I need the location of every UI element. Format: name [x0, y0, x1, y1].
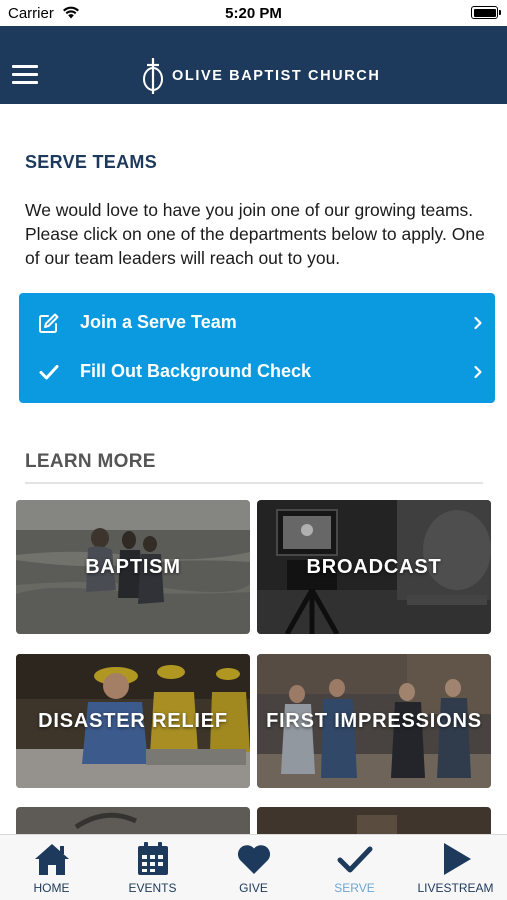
tab-events-label: EVENTS	[128, 881, 177, 895]
edit-icon	[39, 313, 59, 333]
main-content[interactable]: SERVE TEAMS We would love to have you jo…	[0, 104, 507, 834]
background-check-button[interactable]: Fill Out Background Check	[19, 348, 495, 396]
chevron-right-icon	[474, 365, 482, 379]
serve-teams-title: SERVE TEAMS	[25, 152, 157, 172]
first-impressions-label: FIRST IMPRESSIONS	[266, 709, 482, 732]
broadcast-tile[interactable]: BROADCAST	[257, 500, 491, 634]
hamburger-menu-icon[interactable]	[12, 65, 39, 87]
cross-logo-icon	[143, 58, 163, 94]
background-check-label: Fill Out Background Check	[80, 361, 312, 381]
tab-livestream-label: LIVESTREAM	[417, 881, 494, 895]
heart-icon	[237, 845, 270, 874]
broadcast-label: BROADCAST	[306, 555, 442, 578]
calendar-icon	[137, 842, 168, 875]
learn-more-title: LEARN MORE	[25, 451, 156, 472]
tab-home-label: HOME	[33, 881, 70, 895]
nav-bar: OLIVE BAPTIST CHURCH	[0, 26, 507, 104]
ministry-photo	[16, 807, 250, 834]
status-bar: Carrier 5:20 PM	[0, 0, 507, 26]
check-icon	[337, 846, 372, 873]
church-brand[interactable]: OLIVE BAPTIST CHURCH	[140, 56, 380, 96]
tab-serve[interactable]: SERVE	[304, 835, 405, 900]
ministry-photo	[257, 807, 491, 834]
divider	[25, 482, 483, 484]
serve-teams-description: We would love to have you join one of ou…	[25, 200, 485, 268]
baptism-label: BAPTISM	[85, 555, 181, 578]
tab-home[interactable]: HOME	[1, 835, 102, 900]
first-impressions-tile[interactable]: FIRST IMPRESSIONS	[257, 654, 491, 788]
church-name: OLIVE BAPTIST CHURCH	[172, 68, 381, 84]
chevron-right-icon	[474, 316, 482, 330]
join-serve-team-label: Join a Serve Team	[80, 312, 237, 332]
tab-give[interactable]: GIVE	[203, 835, 304, 900]
ministry-tile[interactable]	[16, 807, 250, 834]
home-icon	[34, 844, 69, 875]
play-icon	[443, 843, 471, 875]
disaster-relief-tile[interactable]: DISASTER RELIEF	[16, 654, 250, 788]
battery-icon	[471, 6, 501, 19]
tab-events[interactable]: EVENTS	[102, 835, 203, 900]
tab-give-label: GIVE	[239, 881, 268, 895]
serve-actions-card: Join a Serve Team Fill Out Background Ch…	[19, 293, 495, 403]
tab-livestream[interactable]: LIVESTREAM	[405, 835, 506, 900]
checkmark-icon	[39, 365, 59, 380]
clock: 5:20 PM	[225, 5, 282, 22]
tab-bar: HOME EVENTS GIVE SERVE LIVESTREAM	[0, 834, 507, 900]
ministry-tile[interactable]	[257, 807, 491, 834]
join-serve-team-button[interactable]: Join a Serve Team	[19, 299, 495, 347]
baptism-tile[interactable]: BAPTISM	[16, 500, 250, 634]
disaster-relief-label: DISASTER RELIEF	[38, 709, 228, 732]
tab-serve-label: SERVE	[334, 881, 375, 895]
